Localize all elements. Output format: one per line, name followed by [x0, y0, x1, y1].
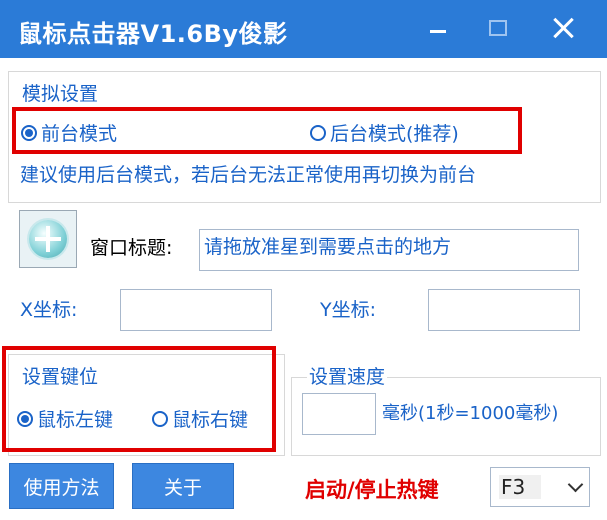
minimize-button[interactable]	[420, 10, 456, 46]
hotkey-label: 启动/停止热键	[305, 478, 439, 502]
radio-foreground-label: 前台模式	[41, 123, 118, 145]
about-button[interactable]: 关于	[132, 463, 234, 509]
maximize-button[interactable]	[480, 10, 516, 46]
hotkey-value: F3	[499, 475, 542, 499]
crosshair-icon	[29, 220, 67, 258]
speed-unit-label: 毫秒(1秒=1000毫秒)	[382, 403, 559, 424]
main-panel: 模拟设置 前台模式 后台模式(推荐) 建议使用后台模式，若后台无法正常使用再切换…	[0, 58, 607, 520]
radio-selected-icon	[17, 410, 33, 427]
maximize-icon	[489, 20, 507, 36]
y-coordinate-label: Y坐标:	[320, 299, 377, 321]
hotkey-select[interactable]: F3	[490, 467, 590, 507]
chevron-down-icon	[567, 476, 584, 493]
close-button[interactable]	[545, 10, 581, 46]
radio-left-button[interactable]: 鼠标左键	[17, 405, 113, 432]
radio-foreground-mode[interactable]: 前台模式	[21, 119, 117, 146]
speed-legend: 设置速度	[307, 365, 388, 389]
radio-background-mode[interactable]: 后台模式(推荐)	[310, 119, 459, 146]
mode-hint-text: 建议使用后台模式，若后台无法正常使用再切换为前台	[20, 164, 477, 186]
speed-input[interactable]	[302, 393, 376, 435]
usage-button[interactable]: 使用方法	[9, 463, 114, 509]
minimize-icon	[430, 29, 446, 33]
radio-left-label: 鼠标左键	[37, 409, 114, 431]
window-title: 鼠标点击器V1.6By俊影	[18, 20, 288, 48]
key-highlight-box	[2, 346, 276, 452]
radio-unselected-icon	[310, 124, 326, 141]
crosshair-drag-button[interactable]	[19, 210, 77, 268]
x-coordinate-field[interactable]	[120, 289, 272, 331]
y-coordinate-field[interactable]	[428, 289, 580, 331]
title-bar: 鼠标点击器V1.6By俊影	[0, 0, 607, 58]
x-coordinate-label: X坐标:	[20, 299, 78, 321]
radio-unselected-icon	[152, 410, 168, 427]
radio-background-label: 后台模式(推荐)	[330, 123, 459, 145]
radio-right-button[interactable]: 鼠标右键	[152, 405, 248, 432]
radio-selected-icon	[21, 124, 37, 141]
simulation-legend: 模拟设置	[20, 82, 101, 106]
window-title-field[interactable]: 请拖放准星到需要点击的地方	[199, 229, 579, 271]
radio-right-label: 鼠标右键	[172, 409, 249, 431]
close-icon	[552, 17, 574, 39]
window-title-label: 窗口标题:	[90, 237, 173, 259]
